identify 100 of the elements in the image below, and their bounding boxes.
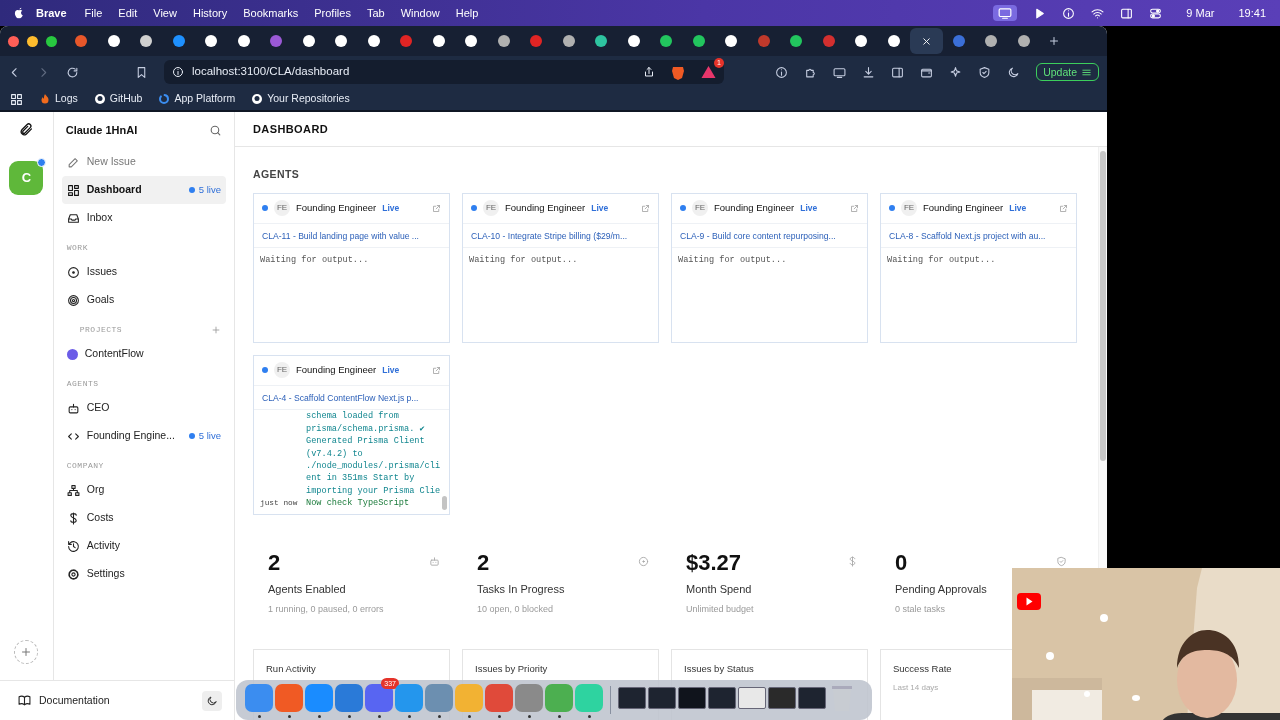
circle-dot-icon (638, 556, 649, 568)
live-status: Live (1009, 201, 1027, 215)
stat-detail: 1 running, 0 paused, 0 errors (268, 604, 384, 615)
agent-name: Founding Engineer (296, 362, 377, 377)
lion-shield-icon[interactable] (671, 64, 685, 80)
menu-item[interactable]: Tab (358, 4, 393, 22)
new-tab-button[interactable] (1048, 35, 1060, 47)
target-icon (66, 293, 80, 307)
nav-item[interactable]: Activity (61, 532, 226, 560)
play-icon (1033, 6, 1047, 20)
update-button[interactable]: Update (1036, 62, 1099, 82)
scrollbar[interactable] (1100, 150, 1106, 461)
nav-item[interactable]: New Issue (61, 148, 226, 176)
nav-item[interactable]: Inbox (61, 204, 226, 232)
nav-item[interactable]: Org (61, 476, 226, 504)
avatar: FE (483, 200, 499, 217)
stat-label: Month Spend (686, 582, 752, 595)
history-icon (66, 539, 80, 553)
agent-name: Founding Engineer (714, 200, 795, 215)
menu-item[interactable]: View (145, 4, 185, 22)
menu-item[interactable]: File (76, 4, 111, 22)
wifi-icon (1091, 6, 1105, 20)
url-text: localhost:3100/CLA/dashboard (192, 64, 350, 80)
theme-toggle-button[interactable] (202, 690, 222, 711)
nav-item[interactable]: ContentFlow (61, 340, 226, 368)
robot-icon (66, 401, 80, 415)
edit-icon (66, 155, 80, 169)
share-icon (643, 66, 655, 78)
search-button[interactable] (209, 123, 222, 137)
apps-icon (10, 92, 23, 106)
chart-subtitle: Last 14 days (893, 683, 939, 693)
issue-link[interactable]: CLA-9 - Build core content repurposing... (672, 223, 867, 248)
menu-item[interactable]: Profiles (306, 4, 359, 22)
menu-item[interactable]: Window (392, 4, 448, 22)
sidebar-icon (891, 65, 905, 79)
settings-icon (66, 567, 80, 581)
stat-detail: 10 open, 0 blocked (477, 604, 554, 615)
swirl-icon (158, 93, 171, 105)
documentation-link[interactable]: Documentation (18, 692, 110, 709)
dollar-icon (847, 556, 858, 568)
bookmark-icon (135, 65, 148, 79)
inbox-icon (66, 211, 80, 225)
nav-item[interactable]: CEO (61, 394, 226, 422)
agent-name: Founding Engineer (505, 200, 586, 215)
window-control[interactable] (46, 35, 57, 47)
issue-link[interactable]: CLA-10 - Integrate Stripe billing ($29/m... (463, 223, 658, 248)
avatar: FE (274, 200, 290, 217)
log-text: Now check TypeScript (306, 497, 411, 510)
live-status: Live (382, 363, 400, 377)
download-icon (862, 65, 876, 79)
nav-item[interactable]: Settings (61, 560, 226, 588)
nav-item[interactable]: Issues (61, 258, 226, 286)
issue-link[interactable]: CLA-8 - Scaffold Next.js project with au... (881, 223, 1076, 248)
avatar: FE (274, 362, 290, 379)
scrollbar[interactable] (442, 495, 447, 510)
issue-link[interactable]: CLA-11 - Build landing page with value ... (254, 223, 449, 248)
paperclip-icon (18, 122, 34, 137)
stat-label: Pending Approvals (895, 582, 987, 595)
dock-app-icon[interactable] (335, 682, 363, 718)
stat-label: Tasks In Progress (477, 582, 565, 595)
stat-value: $3.27 (686, 549, 742, 575)
screen-icon[interactable] (993, 5, 1018, 21)
nav-item[interactable]: Costs (61, 504, 226, 532)
dock-app-icon[interactable] (395, 682, 423, 718)
info-icon (172, 66, 184, 78)
sparkle-icon (949, 65, 963, 79)
bookmark-link[interactable]: GitHub (93, 91, 143, 107)
window-control[interactable] (8, 35, 19, 47)
nav-item[interactable]: Founding Engine... 5 live (61, 422, 226, 450)
menu-item[interactable]: History (184, 4, 236, 22)
reload-icon (66, 65, 79, 79)
workspace-name: Claude 1HnAI (65, 122, 138, 138)
section-heading: COMPANY (66, 460, 104, 472)
menu-item[interactable]: Edit (110, 4, 146, 22)
avatar: FE (692, 200, 708, 217)
bookmark-link[interactable]: App Platform (158, 91, 236, 107)
live-badge: 5 live (188, 428, 221, 444)
book-icon (18, 694, 31, 707)
output-text: Waiting for output... (260, 254, 369, 265)
stat-label: Agents Enabled (268, 582, 346, 595)
plus-icon (20, 646, 33, 658)
log-text: schema loaded from prisma/schema.prisma. ✔ Generated Prisma Client (v7.4.2) to ./node_modules/.prisma/client in 351ms Start by importing your Prisma Clie (306, 410, 441, 498)
page-title: DASHBOARD (253, 121, 329, 137)
issue-link[interactable]: CLA-4 - Scaffold ContentFlow Next.js p... (254, 385, 449, 410)
app-menu[interactable]: Brave (26, 4, 77, 22)
org-chart-icon (66, 483, 80, 497)
nav-item[interactable]: Goals (61, 286, 226, 314)
stat-detail: Unlimited budget (686, 604, 754, 615)
close-icon[interactable] (920, 35, 932, 47)
stat-value: 2 (477, 549, 490, 575)
apple-icon (12, 6, 26, 20)
chart-title: Issues by Priority (475, 662, 548, 674)
bookmark-link[interactable]: Your Repositories (251, 91, 350, 107)
window-control[interactable] (27, 35, 38, 47)
nav-item[interactable]: Dashboard 5 live (61, 176, 226, 204)
alert-triangle-icon[interactable] (701, 65, 716, 79)
menu-item[interactable]: Bookmarks (235, 4, 307, 22)
menu-item[interactable]: Help (447, 4, 487, 22)
dock-app-icon[interactable] (485, 682, 513, 718)
bookmark-link[interactable]: Logs (39, 91, 78, 107)
